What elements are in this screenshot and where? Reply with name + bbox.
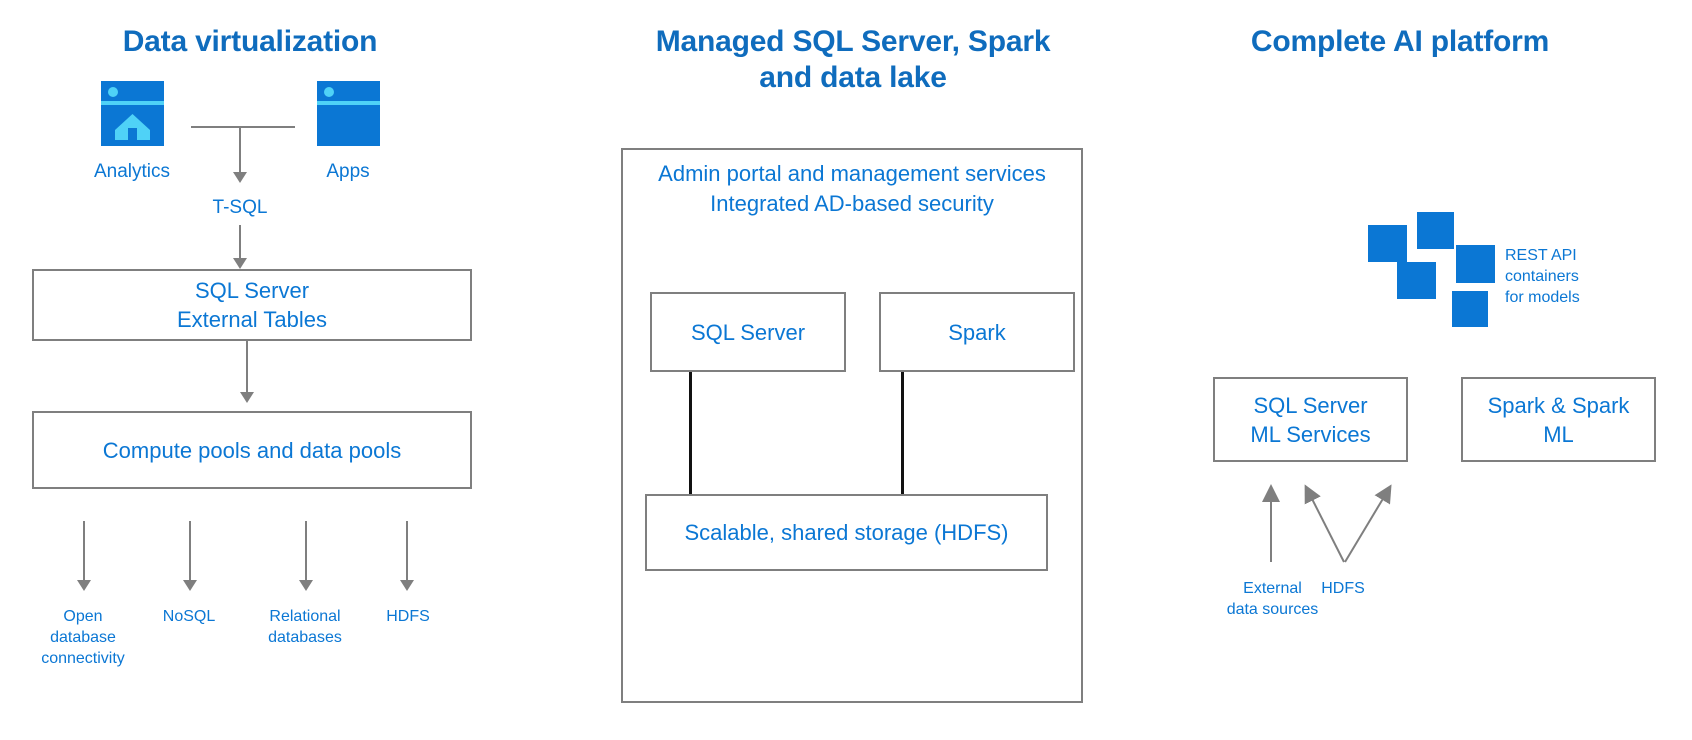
source-label-hdfs-ai-line-1: HDFS bbox=[1321, 580, 1365, 597]
diagram-canvas: Data virtualization Analytics Apps T-SQL… bbox=[0, 0, 1692, 740]
source-label-hdfs-ai: HDFS bbox=[1278, 578, 1408, 599]
ai-platform-arrows bbox=[1262, 484, 1392, 563]
arrow-hdfs-to-spark-ml bbox=[1344, 484, 1392, 563]
arrow-hdfs-to-sqlserver-ml bbox=[1304, 484, 1345, 563]
source-label-external-data-line-2: data sources bbox=[1226, 601, 1319, 618]
